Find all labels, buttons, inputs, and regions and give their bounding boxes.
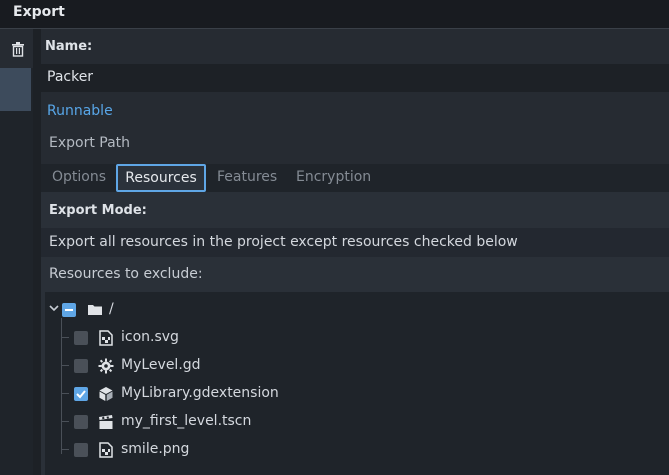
resources-exclude-label: Resources to exclude:: [49, 266, 203, 282]
root-checkbox[interactable]: [62, 303, 76, 317]
tree-row-label: icon.svg: [121, 329, 179, 345]
file-checkbox[interactable]: [74, 331, 88, 345]
tab-encryption[interactable]: Encryption: [296, 169, 371, 185]
file-checkbox[interactable]: [74, 387, 88, 401]
file-checkbox[interactable]: [74, 443, 88, 457]
preset-list: [0, 68, 33, 475]
window-titlebar: Export: [0, 0, 669, 29]
tree-row-file[interactable]: MyLibrary.gdextension: [45, 380, 665, 408]
tree-row-label: MyLevel.gd: [121, 357, 201, 373]
gear-script-icon: [98, 358, 114, 374]
clapperboard-scene-icon: [98, 414, 114, 430]
tree-row-label: /: [109, 301, 114, 317]
runnable-toggle[interactable]: Runnable: [47, 103, 113, 119]
export-mode-select[interactable]: Export all resources in the project exce…: [41, 228, 669, 257]
export-mode-value: Export all resources in the project exce…: [49, 234, 518, 250]
tab-features[interactable]: Features: [217, 169, 277, 185]
cube-extension-icon: [98, 386, 114, 402]
tree-row-label: smile.png: [121, 441, 190, 457]
tree-row-file[interactable]: my_first_level.tscn: [45, 408, 665, 436]
name-input[interactable]: Packer: [41, 64, 669, 92]
tree-row-label: MyLibrary.gdextension: [121, 385, 279, 401]
tab-resources[interactable]: Resources: [116, 164, 206, 192]
window-title: Export: [13, 4, 65, 20]
tree-row-file[interactable]: MyLevel.gd: [45, 352, 665, 380]
export-mode-label: Export Mode:: [49, 203, 147, 218]
image-file-icon: [98, 442, 114, 458]
name-input-value: Packer: [47, 69, 94, 85]
tree-row-file[interactable]: icon.svg: [45, 324, 665, 352]
trash-icon[interactable]: [10, 41, 26, 57]
file-checkbox[interactable]: [74, 415, 88, 429]
image-file-icon: [98, 330, 114, 346]
tab-options[interactable]: Options: [52, 169, 106, 185]
file-checkbox[interactable]: [74, 359, 88, 373]
tree-row-label: my_first_level.tscn: [121, 413, 252, 429]
tree-row-root[interactable]: /: [45, 296, 665, 324]
preset-list-item-selected[interactable]: [0, 68, 31, 111]
export-path-label[interactable]: Export Path: [49, 135, 130, 151]
folder-icon: [87, 302, 103, 318]
chevron-down-icon[interactable]: [48, 302, 60, 314]
name-label: Name:: [45, 39, 93, 54]
tree-row-file[interactable]: smile.png: [45, 436, 665, 464]
